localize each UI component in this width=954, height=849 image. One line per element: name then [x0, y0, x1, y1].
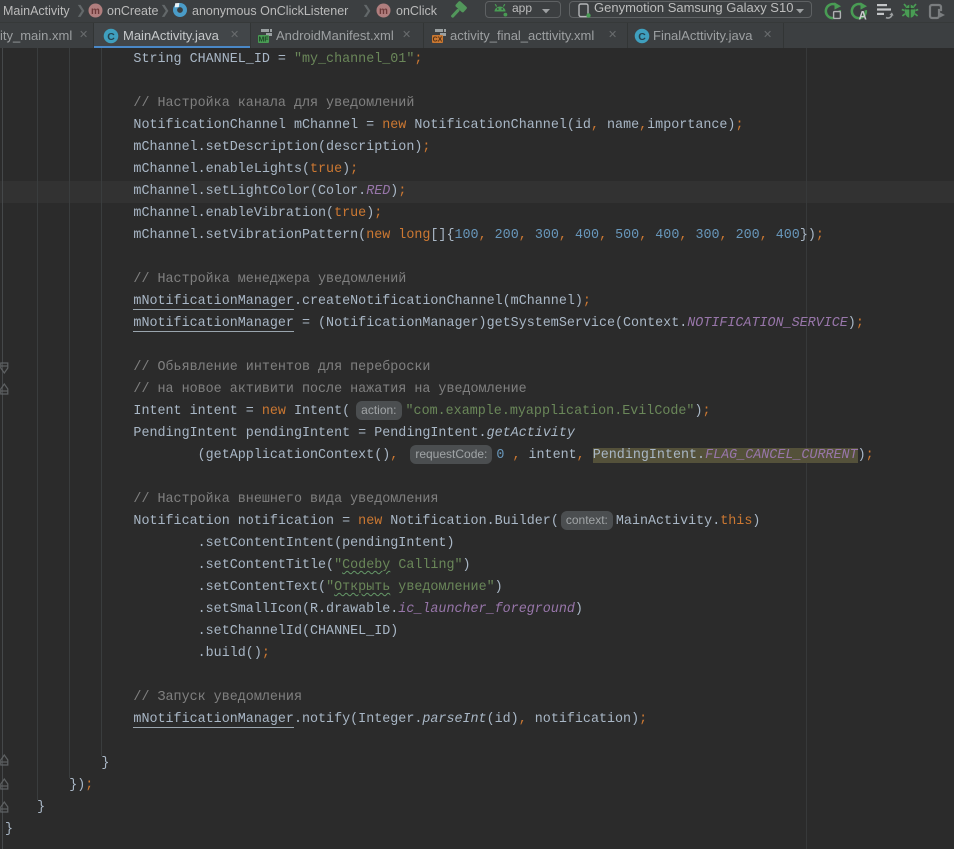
svg-text:C: C — [107, 31, 115, 43]
svg-text:A: A — [858, 10, 866, 20]
svg-text:m: m — [91, 6, 100, 17]
svg-text:C: C — [638, 31, 646, 43]
svg-text:MF: MF — [258, 37, 269, 44]
svg-text:m: m — [379, 6, 388, 17]
svg-text:CX: CX — [433, 37, 443, 44]
